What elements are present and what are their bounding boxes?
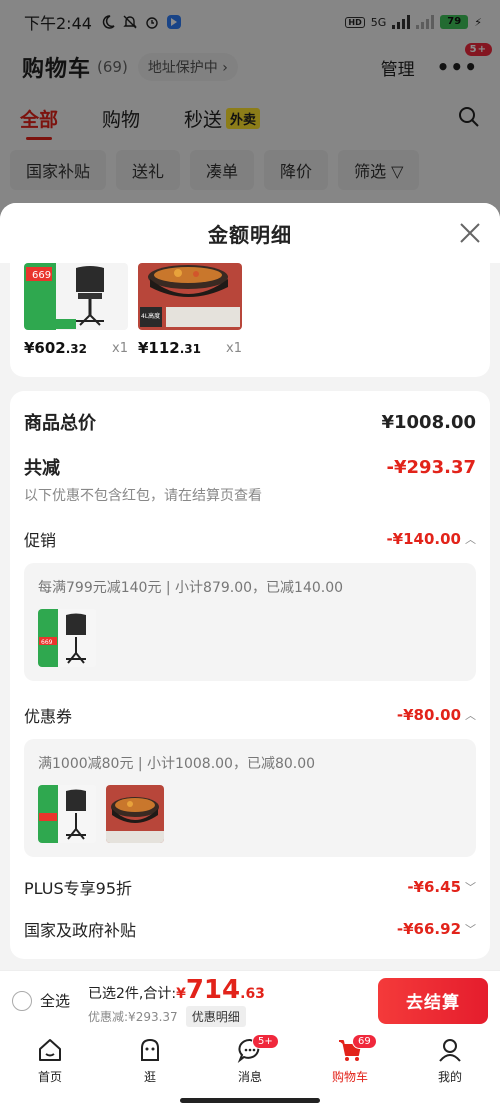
sum-amount: 714 xyxy=(185,974,241,1005)
currency-symbol: ¥ xyxy=(176,985,186,1002)
pot-image: 4L高度 xyxy=(138,263,242,330)
pot-thumb[interactable] xyxy=(106,785,164,843)
subsidy-label: 国家及政府补贴 xyxy=(24,921,137,940)
subsidy-row[interactable]: 国家及政府补贴 -¥66.92 ﹀ xyxy=(24,909,476,949)
subsidy-value-group: -¥66.92 ﹀ xyxy=(397,920,476,938)
total-price-label: 商品总价 xyxy=(24,413,96,434)
tab-browse-label: 逛 xyxy=(143,1069,156,1084)
product-item[interactable]: 669 ¥602.32 x1 xyxy=(24,263,128,377)
svg-text:669: 669 xyxy=(32,270,51,281)
product-qty: x1 xyxy=(226,341,242,356)
tab-messages[interactable]: 消息 5+ xyxy=(200,1030,300,1090)
amount-detail-card: 商品总价 ¥1008.00 共减 -¥293.37 以下优惠不包含红包，请在结算… xyxy=(10,391,490,959)
select-all-label[interactable]: 全选 xyxy=(40,990,70,1011)
checkout-button[interactable]: 去结算 xyxy=(378,977,488,1024)
tab-profile[interactable]: 我的 xyxy=(400,1030,500,1090)
saved-line: 优惠减:¥293.37 优惠明细 xyxy=(88,1005,265,1027)
chevron-up-icon: ︿ xyxy=(465,533,476,546)
subsidy-value: -¥66.92 xyxy=(396,920,461,938)
coupon-value: -¥80.00 xyxy=(396,706,461,724)
promotion-value-group: -¥140.00 ︿ xyxy=(386,530,476,548)
browse-icon xyxy=(141,1038,159,1061)
sum-block: 已选2件,合计: ¥ 714 .63 优惠减:¥293.37 优惠明细 xyxy=(88,975,265,1027)
pot-tag-text: 4L高度 xyxy=(141,312,160,320)
chair-price-tag: 669 xyxy=(41,639,53,646)
cart-badge: 69 xyxy=(352,1034,377,1049)
saved-amount: 优惠减:¥293.37 xyxy=(88,1009,178,1024)
total-reduction-label: 共减 xyxy=(24,458,60,479)
chair-image: 669 xyxy=(24,263,128,330)
reduction-note: 以下优惠不包含红包，请在结算页查看 xyxy=(24,488,262,504)
coupon-value-group: -¥80.00 ︿ xyxy=(397,706,476,724)
sheet-header: 金额明细 xyxy=(0,203,500,263)
home-indicator[interactable] xyxy=(180,1098,320,1103)
plus-discount-row[interactable]: PLUS专享95折 -¥6.45 ﹀ xyxy=(24,867,476,907)
select-all-radio[interactable] xyxy=(12,990,32,1011)
product-qty: x1 xyxy=(112,341,128,356)
checkout-bar: 全选 已选2件,合计: ¥ 714 .63 优惠减:¥293.37 优惠明细 去… xyxy=(0,970,500,1030)
chair-thumb[interactable]: 669 xyxy=(38,609,96,667)
product-price-int: ¥112 xyxy=(138,339,180,357)
plus-value-group: -¥6.45 ﹀ xyxy=(407,878,476,896)
promotion-value: -¥140.00 xyxy=(386,530,461,548)
tab-messages-label: 消息 xyxy=(237,1069,262,1084)
coupon-thumbs xyxy=(38,785,462,843)
coupon-row[interactable]: 优惠券 -¥80.00 ︿ xyxy=(24,695,476,735)
promotion-detail-box: 每满799元减140元 | 小计879.00，已减140.00 669 xyxy=(24,563,476,681)
total-reduction-row: 共减 -¥293.37 xyxy=(24,453,476,481)
total-price-row: 商品总价 ¥1008.00 xyxy=(24,391,476,453)
total-reduction-value: -¥293.37 xyxy=(386,456,476,478)
promotion-row[interactable]: 促销 -¥140.00 ︿ xyxy=(24,519,476,559)
tab-home-label: 首页 xyxy=(37,1069,62,1084)
selected-text: 已选2件,合计: xyxy=(88,985,177,1002)
tab-cart[interactable]: 购物车 69 xyxy=(300,1030,400,1090)
promotion-label: 促销 xyxy=(24,531,57,550)
promotion-thumbs: 669 xyxy=(38,609,462,667)
product-price-dec: .31 xyxy=(179,342,202,356)
product-item[interactable]: 4L高度 ¥112.31 x1 xyxy=(138,263,242,377)
product-card: 669 ¥602.32 x1 4L高度 ¥112.31 x1 xyxy=(10,263,490,377)
product-price-int: ¥602 xyxy=(24,339,66,357)
product-price-dec: .32 xyxy=(65,342,88,356)
total-price-value: ¥1008.00 xyxy=(381,411,476,433)
product-price: ¥112.31 xyxy=(138,339,201,357)
plus-discount-label: PLUS专享95折 xyxy=(24,879,132,898)
close-icon[interactable] xyxy=(458,221,482,245)
coupon-label: 优惠券 xyxy=(24,707,73,726)
tab-browse[interactable]: 逛 xyxy=(100,1030,200,1090)
plus-discount-value: -¥6.45 xyxy=(407,878,461,896)
bottom-tab-bar: 首页 逛 消息 5+ 购物车 69 我的 xyxy=(0,1030,500,1090)
sum-line: 已选2件,合计: ¥ 714 .63 xyxy=(88,975,265,1005)
tab-cart-label: 购物车 xyxy=(331,1069,368,1084)
coupon-desc: 满1000减80元 | 小计1008.00，已减80.00 xyxy=(38,756,316,772)
coupon-detail-box: 满1000减80元 | 小计1008.00，已减80.00 xyxy=(24,739,476,857)
profile-icon xyxy=(439,1038,461,1062)
chevron-up-icon: ︿ xyxy=(465,709,476,722)
home-icon xyxy=(39,1038,61,1061)
discount-detail-button[interactable]: 优惠明细 xyxy=(185,1005,246,1027)
messages-badge: 5+ xyxy=(252,1034,279,1049)
promotion-desc: 每满799元减140元 | 小计879.00，已减140.00 xyxy=(38,580,344,596)
tab-home[interactable]: 首页 xyxy=(0,1030,100,1090)
sum-decimal: .63 xyxy=(240,985,265,1002)
sheet-title: 金额明细 xyxy=(208,222,292,247)
chair-thumb[interactable] xyxy=(38,785,96,843)
product-price: ¥602.32 xyxy=(24,339,87,357)
amount-detail-sheet: 金额明细 669 ¥602.32 x1 4L高度 ¥112.31 x1 商品总价… xyxy=(0,203,500,970)
chevron-down-icon: ﹀ xyxy=(465,881,476,894)
tab-profile-label: 我的 xyxy=(437,1069,462,1084)
chevron-down-icon: ﹀ xyxy=(465,923,476,936)
